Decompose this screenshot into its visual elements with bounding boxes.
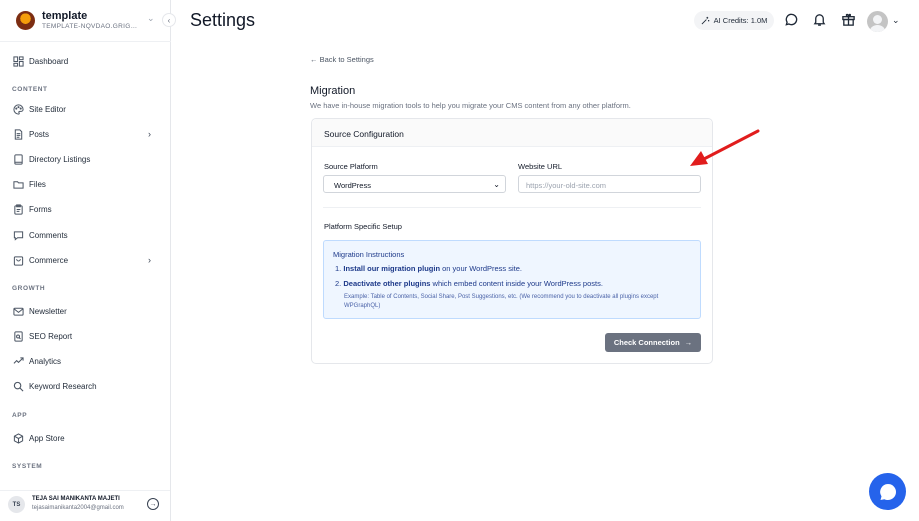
chat-icon[interactable]	[784, 12, 799, 27]
divider	[323, 207, 701, 208]
sidebar-item-label: Forms	[29, 205, 52, 214]
step-number: 2.	[335, 279, 342, 288]
input-placeholder: https://your-old-site.com	[526, 181, 607, 190]
sidebar-item-directory-listings[interactable]: Directory Listings	[0, 150, 170, 170]
sidebar-item-files[interactable]: Files	[0, 175, 170, 195]
sidebar-item-label: Posts	[29, 130, 50, 139]
sidebar-item-posts[interactable]: Posts ›	[0, 125, 170, 145]
dashboard-icon	[13, 56, 24, 67]
analytics-icon	[13, 356, 24, 367]
install-plugin-link[interactable]: Install our migration plugin	[343, 264, 440, 273]
sidebar-item-site-editor[interactable]: Site Editor	[0, 100, 170, 120]
avatar: TS	[8, 496, 25, 513]
source-configuration-card: Source Configuration Source Platform Wor…	[311, 118, 713, 364]
sidebar-item-dashboard[interactable]: Dashboard	[0, 52, 170, 72]
website-url-input[interactable]: https://your-old-site.com	[518, 175, 701, 193]
step-number: 1.	[335, 264, 342, 273]
sidebar-item-label: Commerce	[29, 256, 69, 265]
button-label: Check Connection	[613, 338, 680, 347]
sidebar-item-label: Files	[29, 180, 46, 189]
card-title: Source Configuration	[324, 129, 404, 139]
step-text: which embed content inside your WordPres…	[430, 279, 603, 288]
instruction-note: Example: Table of Contents, Social Share…	[344, 294, 659, 309]
sidebar-item-newsletter[interactable]: Newsletter	[0, 302, 170, 322]
gift-icon[interactable]	[841, 12, 856, 27]
sidebar-item-commerce[interactable]: Commerce ›	[0, 251, 170, 271]
chevron-right-icon: ›	[148, 255, 151, 265]
seo-report-icon	[13, 331, 24, 342]
source-platform-select[interactable]: WordPress ⌄	[323, 175, 506, 193]
section-description: We have in-house migration tools to help…	[310, 101, 631, 110]
website-url-label: Website URL	[518, 162, 563, 171]
instructions-title: Migration Instructions	[333, 250, 405, 259]
workspace-logo	[16, 11, 35, 30]
shopping-bag-icon	[13, 255, 24, 266]
sidebar-item-label: Analytics	[29, 357, 62, 366]
document-icon	[13, 129, 24, 140]
sidebar-item-label: App Store	[29, 434, 65, 443]
chevron-down-icon[interactable]: ⌄	[892, 15, 900, 26]
sidebar-item-label: Keyword Research	[29, 382, 97, 391]
ai-credits-label: AI Credits: 1.0M	[713, 16, 768, 25]
step-text: on your WordPress site.	[440, 264, 523, 273]
chevron-down-icon: ⌄	[493, 180, 500, 189]
bell-icon[interactable]	[812, 12, 827, 27]
section-system: SYSTEM	[12, 463, 43, 470]
chat-bubble-icon	[878, 482, 898, 502]
sidebar-item-app-store[interactable]: App Store	[0, 429, 170, 449]
sidebar-item-label: Site Editor	[29, 105, 66, 114]
palette-icon	[13, 104, 24, 115]
sidebar-item-label: Dashboard	[29, 57, 69, 66]
migration-instructions-box: Migration Instructions 1. Install our mi…	[323, 240, 701, 319]
section-content: CONTENT	[12, 86, 48, 93]
sidebar: template TEMPLATE-NQVDAO.GRIGOR... ⌄ Das…	[0, 0, 171, 521]
select-value: WordPress	[334, 181, 371, 190]
sidebar-item-keyword-research[interactable]: Keyword Research	[0, 377, 170, 397]
user-email: tejasaimanikanta2004@gmail.com	[32, 505, 124, 511]
profile-avatar[interactable]	[867, 11, 888, 32]
mail-icon	[13, 306, 24, 317]
user-name: TEJA SAI MANIKANTA MAJETI	[32, 496, 120, 502]
sidebar-item-label: Comments	[29, 231, 68, 240]
cube-icon	[13, 433, 24, 444]
book-icon	[13, 154, 24, 165]
folder-icon	[13, 179, 24, 190]
platform-setup-title: Platform Specific Setup	[324, 222, 402, 231]
chevron-right-icon: ›	[148, 129, 151, 139]
ai-credits-badge[interactable]: AI Credits: 1.0M	[694, 11, 774, 30]
chevron-down-icon: ⌄	[147, 13, 155, 23]
magic-wand-icon	[701, 16, 710, 25]
workspace-subdomain: TEMPLATE-NQVDAO.GRIGOR...	[42, 23, 142, 30]
section-title: Migration	[310, 85, 356, 97]
sidebar-item-label: Newsletter	[29, 307, 67, 316]
deactivate-plugins-text: Deactivate other plugins	[343, 279, 431, 288]
page-title: Settings	[190, 10, 256, 30]
back-to-settings-link[interactable]: ← Back to Settings	[310, 55, 374, 64]
clipboard-icon	[13, 204, 24, 215]
sidebar-item-label: Directory Listings	[29, 155, 91, 164]
workspace-name: template	[42, 10, 88, 22]
check-connection-button[interactable]: Check Connection →	[605, 333, 701, 352]
logout-icon[interactable]: →	[147, 498, 159, 510]
sidebar-item-seo-report[interactable]: SEO Report	[0, 327, 170, 347]
search-icon	[13, 381, 24, 392]
chat-widget-button[interactable]	[869, 473, 906, 510]
sidebar-item-comments[interactable]: Comments	[0, 226, 170, 246]
instruction-step: 1. Install our migration plugin on your …	[335, 264, 522, 273]
source-platform-label: Source Platform	[324, 162, 378, 171]
card-header: Source Configuration	[312, 119, 712, 147]
workspace-switcher[interactable]: template TEMPLATE-NQVDAO.GRIGOR... ⌄	[0, 0, 171, 42]
comment-icon	[13, 230, 24, 241]
section-growth: GROWTH	[12, 285, 46, 292]
sidebar-item-forms[interactable]: Forms	[0, 200, 170, 220]
section-app: APP	[12, 412, 28, 419]
instruction-step: 2. Deactivate other plugins which embed …	[335, 279, 603, 288]
user-profile[interactable]: TS TEJA SAI MANIKANTA MAJETI tejasaimani…	[0, 490, 170, 521]
sidebar-item-label: SEO Report	[29, 332, 73, 341]
collapse-sidebar-button[interactable]: ‹	[162, 13, 176, 27]
sidebar-item-analytics[interactable]: Analytics	[0, 352, 170, 372]
arrow-right-icon: →	[684, 338, 693, 347]
